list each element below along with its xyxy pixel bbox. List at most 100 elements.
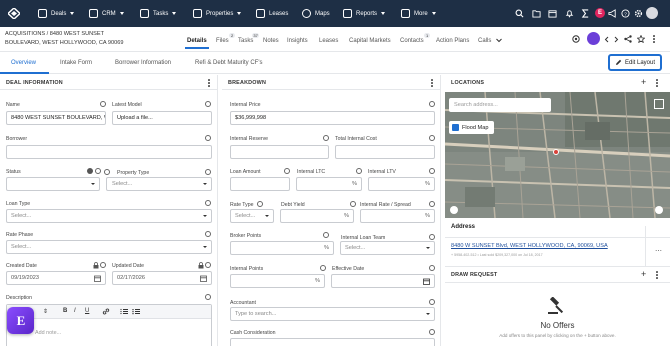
italic-button[interactable]: I: [74, 308, 76, 314]
accountant-search[interactable]: Type to search...: [230, 307, 435, 321]
total-internal-cost-field[interactable]: [335, 145, 435, 159]
history-icon[interactable]: [356, 168, 362, 174]
history-icon[interactable]: [429, 201, 435, 207]
row-actions-icon[interactable]: ⋯: [655, 247, 662, 255]
subtab-intake-form[interactable]: Intake Form: [60, 60, 92, 66]
history-icon[interactable]: [429, 101, 435, 107]
nav-more[interactable]: More: [401, 7, 436, 20]
owner-avatar[interactable]: [587, 32, 600, 45]
add-location-icon[interactable]: +: [641, 77, 646, 87]
history-icon[interactable]: [104, 169, 110, 175]
target-icon[interactable]: [572, 35, 580, 43]
map-info-icon[interactable]: [655, 206, 663, 214]
tab-calls[interactable]: Calls: [478, 38, 491, 44]
add-draw-request-icon[interactable]: +: [641, 269, 646, 279]
panel-menu-icon[interactable]: [431, 79, 433, 87]
tab-tasks[interactable]: Tasks 37: [238, 33, 260, 44]
history-icon[interactable]: [205, 200, 211, 206]
edit-layout-button[interactable]: Edit Layout: [608, 54, 662, 71]
name-field[interactable]: 8480 WEST SUNSET BOULEVARD, WE: [6, 111, 106, 125]
more-options-icon[interactable]: [653, 35, 655, 43]
history-icon[interactable]: [320, 265, 326, 271]
panel-menu-icon[interactable]: [656, 271, 658, 279]
internal-rate-spread-field[interactable]: %: [360, 209, 435, 223]
map-pin-icon[interactable]: [553, 149, 559, 155]
tab-insights[interactable]: Insights: [287, 38, 308, 44]
location-map[interactable]: Search address... Flood Map: [445, 92, 670, 218]
history-icon[interactable]: [205, 231, 211, 237]
nav-leases[interactable]: Leases: [256, 7, 288, 20]
text-style-icon[interactable]: ⇕: [43, 308, 48, 315]
tab-capital-markets[interactable]: Capital Markets: [349, 38, 391, 44]
internal-price-field[interactable]: $36,999,998: [230, 111, 435, 125]
nav-crm[interactable]: CRM: [89, 7, 124, 20]
user-avatar[interactable]: E: [595, 8, 605, 18]
history-icon[interactable]: [429, 265, 435, 271]
fullscreen-icon[interactable]: [654, 99, 664, 109]
loan-type-select[interactable]: Select...: [6, 209, 212, 223]
history-icon[interactable]: [100, 262, 106, 268]
underline-button[interactable]: U: [85, 308, 89, 314]
history-icon[interactable]: [205, 101, 211, 107]
debt-yield-field[interactable]: %: [280, 209, 354, 223]
internal-reserve-field[interactable]: [230, 145, 329, 159]
map-search-input[interactable]: Search address...: [449, 98, 551, 112]
history-icon[interactable]: [205, 169, 211, 175]
tab-leases[interactable]: Leases: [319, 38, 338, 44]
history-icon[interactable]: [429, 135, 435, 141]
app-logo-icon[interactable]: [8, 8, 20, 19]
link-icon[interactable]: [102, 308, 110, 315]
profile-avatar[interactable]: [646, 7, 658, 19]
history-icon[interactable]: [323, 232, 329, 238]
tab-details[interactable]: Details: [187, 38, 207, 44]
search-icon[interactable]: [515, 9, 524, 18]
ordered-list-icon[interactable]: [120, 308, 128, 315]
nav-reports[interactable]: Reports: [343, 7, 386, 20]
internal-ltc-field[interactable]: %: [296, 177, 362, 191]
description-editor[interactable]: ⇕ B I U Add note...: [6, 304, 212, 346]
tab-contacts[interactable]: Contacts 1: [400, 33, 430, 44]
history-icon[interactable]: [429, 234, 435, 240]
tab-notes[interactable]: Notes: [263, 38, 279, 44]
assistant-launcher-button[interactable]: E: [7, 307, 34, 334]
breadcrumb[interactable]: ACQUISITIONS / 8480 WEST SUNSET: [5, 31, 104, 37]
gear-icon[interactable]: [634, 9, 643, 18]
subtab-overview[interactable]: Overview: [11, 60, 36, 66]
property-type-select[interactable]: Select...: [106, 177, 212, 191]
nav-maps[interactable]: Maps: [302, 7, 330, 20]
panel-menu-icon[interactable]: [208, 79, 210, 87]
history-icon[interactable]: [205, 135, 211, 141]
nav-tasks[interactable]: Tasks: [140, 7, 177, 20]
latest-model-upload[interactable]: Upload a file...: [112, 111, 212, 125]
internal-points-field[interactable]: %: [230, 274, 325, 288]
bold-button[interactable]: B: [63, 308, 67, 314]
loan-amount-field[interactable]: [230, 177, 290, 191]
checkbox-checked-icon[interactable]: [452, 124, 459, 131]
panel-menu-icon[interactable]: [656, 79, 658, 87]
bell-icon[interactable]: [565, 9, 574, 18]
rate-phase-select[interactable]: Select...: [6, 240, 212, 254]
history-icon[interactable]: [429, 329, 435, 335]
chevron-left-icon[interactable]: [604, 36, 609, 43]
borrower-field[interactable]: [6, 145, 212, 159]
subtab-refi-debt-maturity[interactable]: Refi & Debt Maturity CF's: [195, 60, 263, 66]
status-select[interactable]: [6, 177, 100, 191]
internal-ltv-field[interactable]: %: [368, 177, 435, 191]
history-icon[interactable]: [100, 101, 106, 107]
help-icon[interactable]: ?: [621, 9, 630, 18]
history-icon[interactable]: [323, 135, 329, 141]
bullet-list-icon[interactable]: [132, 308, 140, 315]
chevron-right-icon[interactable]: [614, 36, 619, 43]
tab-action-plans[interactable]: Action Plans: [436, 38, 469, 44]
history-icon[interactable]: [95, 168, 101, 174]
megaphone-icon[interactable]: [608, 9, 617, 18]
calendar-icon[interactable]: [548, 9, 557, 18]
chevron-down-icon[interactable]: [496, 38, 502, 43]
star-icon[interactable]: [637, 35, 645, 43]
folder-icon[interactable]: [532, 9, 541, 18]
broker-points-field[interactable]: %: [230, 241, 334, 255]
subtab-borrower-information[interactable]: Borrower Information: [115, 60, 171, 66]
history-icon[interactable]: [429, 299, 435, 305]
history-icon[interactable]: [205, 294, 211, 300]
history-icon[interactable]: [350, 201, 356, 207]
